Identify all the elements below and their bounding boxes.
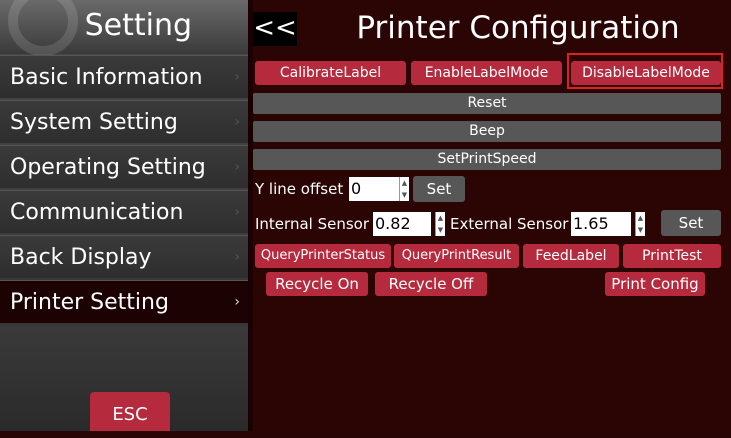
sidebar-item-back-display[interactable]: Back Display ›: [0, 235, 248, 278]
enable-label-mode-button[interactable]: EnableLabelMode: [411, 61, 562, 85]
external-sensor-label: External Sensor: [450, 215, 569, 233]
back-button[interactable]: <<: [253, 12, 297, 46]
calibrate-label-button[interactable]: CalibrateLabel: [255, 61, 406, 85]
sidebar-item-label: Operating Setting: [10, 155, 206, 180]
query-print-result-button[interactable]: QueryPrintResult: [394, 244, 519, 268]
chevron-right-icon: ›: [234, 114, 240, 130]
beep-button[interactable]: Beep: [253, 121, 721, 142]
print-config-button[interactable]: Print Config: [605, 272, 705, 296]
reset-button[interactable]: Reset: [253, 93, 721, 114]
chevron-right-icon: ›: [234, 249, 240, 265]
sidebar-item-printer-setting[interactable]: Printer Setting ›: [0, 280, 248, 323]
internal-sensor-input[interactable]: 0.82: [373, 212, 431, 236]
main-panel: << Printer Configuration CalibrateLabel …: [253, 0, 731, 431]
sidebar-item-label: System Setting: [10, 110, 178, 135]
recycle-on-button[interactable]: Recycle On: [266, 272, 368, 296]
sidebar-item-system-setting[interactable]: System Setting ›: [0, 100, 248, 143]
external-sensor-input[interactable]: 1.65: [571, 212, 631, 236]
recycle-off-button[interactable]: Recycle Off: [375, 272, 487, 296]
chevron-right-icon: ›: [234, 159, 240, 175]
sidebar-item-communication[interactable]: Communication ›: [0, 190, 248, 233]
sidebar-title: Setting: [84, 8, 192, 43]
sidebar-item-basic-information[interactable]: Basic Information ›: [0, 55, 248, 98]
chevron-right-icon: ›: [234, 204, 240, 220]
set-print-speed-button[interactable]: SetPrintSpeed: [253, 149, 721, 170]
sidebar-item-label: Communication: [10, 200, 184, 225]
internal-sensor-stepper[interactable]: ▲ ▼: [435, 212, 445, 236]
sensor-set-button[interactable]: Set: [661, 210, 721, 236]
gear-icon: [8, 0, 78, 56]
y-offset-stepper[interactable]: ▲ ▼: [399, 177, 409, 201]
sidebar-item-label: Back Display: [10, 245, 152, 270]
selection-highlight: [567, 53, 723, 89]
external-sensor-stepper[interactable]: ▲ ▼: [635, 212, 645, 236]
print-test-button[interactable]: PrintTest: [623, 244, 721, 268]
y-offset-label: Y line offset: [255, 180, 344, 198]
page-title: Printer Configuration: [356, 10, 680, 46]
feed-label-button[interactable]: FeedLabel: [523, 244, 619, 268]
y-offset-input[interactable]: 0: [349, 177, 399, 201]
y-offset-set-button[interactable]: Set: [413, 176, 465, 202]
query-printer-status-button[interactable]: QueryPrinterStatus: [255, 244, 391, 268]
chevron-right-icon: ›: [234, 294, 240, 310]
chevron-right-icon: ›: [234, 69, 240, 85]
sidebar: Setting Basic Information › System Setti…: [0, 0, 248, 431]
sidebar-item-label: Printer Setting: [10, 290, 169, 315]
sidebar-item-label: Basic Information: [10, 65, 203, 90]
esc-button[interactable]: ESC: [90, 392, 170, 431]
sidebar-item-operating-setting[interactable]: Operating Setting ›: [0, 145, 248, 188]
sidebar-header: Setting: [0, 0, 248, 56]
internal-sensor-label: Internal Sensor: [255, 215, 369, 233]
